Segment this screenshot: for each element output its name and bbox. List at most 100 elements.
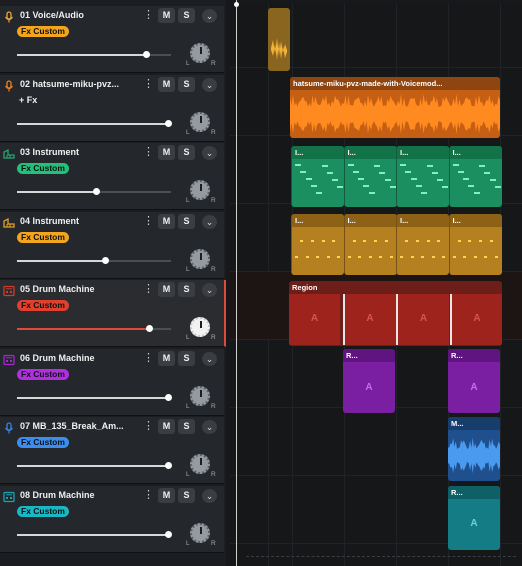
kebab-menu-icon[interactable]: ⋮ bbox=[143, 352, 154, 366]
slider-handle[interactable] bbox=[92, 188, 100, 195]
track-header-02[interactable]: 02 hatsume-miku-pvz... + Fx ⋮ M S ⌄ L R bbox=[0, 74, 224, 142]
chevron-down-icon[interactable]: ⌄ bbox=[202, 283, 217, 297]
pan-knob[interactable] bbox=[190, 248, 210, 269]
chevron-down-icon[interactable]: ⌄ bbox=[202, 214, 217, 229]
mute-button[interactable]: M bbox=[158, 350, 175, 366]
kebab-menu-icon[interactable]: ⋮ bbox=[143, 489, 154, 503]
pan-knob[interactable] bbox=[190, 43, 210, 63]
volume-slider[interactable] bbox=[17, 530, 172, 540]
pan-knob[interactable] bbox=[190, 385, 210, 406]
track-name[interactable]: 01 Voice/Audio bbox=[20, 10, 138, 20]
mute-button[interactable]: M bbox=[158, 8, 175, 23]
track-name[interactable]: 04 Instrument bbox=[20, 216, 138, 226]
solo-button[interactable]: S bbox=[178, 213, 195, 229]
midi-region[interactable]: I... bbox=[448, 146, 502, 207]
mute-button[interactable]: M bbox=[158, 419, 175, 434]
add-fx-button[interactable]: + Fx bbox=[19, 95, 37, 105]
midi-region[interactable]: I... bbox=[448, 214, 502, 275]
playhead-handle[interactable] bbox=[234, 2, 239, 7]
track-header-04[interactable]: 04 Instrument Fx Custom ⋮ M S ⌄ L R bbox=[0, 211, 224, 279]
track-name[interactable]: 07 MB_135_Break_Am... bbox=[20, 421, 138, 431]
volume-slider[interactable] bbox=[17, 50, 171, 60]
fx-badge[interactable]: Fx Custom bbox=[17, 163, 69, 174]
pan-knob[interactable] bbox=[190, 111, 210, 132]
timeline[interactable]: hatsume-miku-pvz-made-with-Voicemod... I… bbox=[230, 0, 522, 566]
mute-button[interactable]: M bbox=[158, 487, 175, 503]
region-drum-05[interactable]: Region A A A A bbox=[289, 281, 502, 346]
region-hatsune[interactable]: hatsume-miku-pvz-made-with-Voicemod... bbox=[290, 77, 500, 138]
drum-pattern-block[interactable]: A bbox=[396, 294, 449, 345]
mute-button[interactable]: M bbox=[158, 145, 175, 160]
playhead[interactable] bbox=[236, 0, 237, 566]
slider-handle[interactable] bbox=[143, 51, 151, 58]
midi-region[interactable]: I... bbox=[291, 146, 344, 207]
chevron-down-icon[interactable]: ⌄ bbox=[202, 146, 217, 160]
track-name[interactable]: 05 Drum Machine bbox=[20, 284, 138, 294]
pan-knob[interactable] bbox=[190, 180, 210, 200]
track-header-07[interactable]: 07 MB_135_Break_Am... Fx Custom ⋮ M S ⌄ … bbox=[0, 417, 224, 484]
solo-button[interactable]: S bbox=[178, 350, 195, 366]
kebab-menu-icon[interactable]: ⋮ bbox=[143, 9, 154, 23]
volume-slider[interactable] bbox=[17, 256, 171, 266]
volume-slider[interactable] bbox=[17, 461, 172, 471]
ruler[interactable] bbox=[230, 0, 522, 4]
midi-region[interactable]: I... bbox=[291, 214, 344, 275]
volume-slider[interactable] bbox=[17, 324, 171, 334]
slider-handle[interactable] bbox=[146, 325, 154, 332]
slider-handle[interactable] bbox=[164, 530, 172, 538]
midi-region[interactable]: I... bbox=[396, 214, 449, 275]
region-voice-audio[interactable] bbox=[268, 8, 290, 71]
track-name[interactable]: 02 hatsume-miku-pvz... bbox=[20, 79, 138, 89]
drum-pattern-block[interactable]: A bbox=[289, 294, 340, 345]
fx-badge[interactable]: Fx Custom bbox=[17, 26, 69, 37]
region-drum-06-a[interactable]: R... A bbox=[343, 349, 395, 413]
midi-region[interactable]: I... bbox=[343, 146, 397, 207]
drum-pattern-block[interactable]: A bbox=[449, 294, 502, 345]
solo-button[interactable]: S bbox=[178, 487, 195, 503]
midi-region[interactable]: I... bbox=[396, 146, 449, 207]
slider-handle[interactable] bbox=[164, 462, 172, 469]
chevron-down-icon[interactable]: ⌄ bbox=[202, 77, 217, 92]
kebab-menu-icon[interactable]: ⋮ bbox=[143, 78, 154, 92]
volume-slider[interactable] bbox=[17, 119, 172, 129]
fx-badge[interactable]: Fx Custom bbox=[17, 231, 69, 243]
solo-button[interactable]: S bbox=[178, 145, 195, 160]
chevron-down-icon[interactable]: ⌄ bbox=[202, 351, 217, 366]
mute-button[interactable]: M bbox=[158, 76, 175, 92]
track-header-06[interactable]: 06 Drum Machine Fx Custom ⋮ M S ⌄ L R bbox=[0, 348, 224, 416]
chevron-down-icon[interactable]: ⌄ bbox=[202, 488, 217, 503]
track-header-03[interactable]: 03 Instrument Fx Custom ⋮ M S ⌄ L R bbox=[0, 143, 224, 210]
region-drum-08[interactable]: R... A bbox=[448, 486, 500, 550]
fx-badge[interactable]: Fx Custom bbox=[17, 437, 69, 448]
kebab-menu-icon[interactable]: ⋮ bbox=[143, 420, 154, 434]
chevron-down-icon[interactable]: ⌄ bbox=[202, 420, 217, 434]
kebab-menu-icon[interactable]: ⋮ bbox=[143, 215, 154, 229]
region-break-07[interactable]: M... bbox=[448, 417, 500, 481]
solo-button[interactable]: S bbox=[178, 8, 195, 23]
slider-handle[interactable] bbox=[164, 119, 172, 127]
track-name[interactable]: 03 Instrument bbox=[20, 147, 138, 157]
kebab-menu-icon[interactable]: ⋮ bbox=[143, 146, 154, 160]
kebab-menu-icon[interactable]: ⋮ bbox=[143, 283, 154, 297]
track-header-01[interactable]: 01 Voice/Audio Fx Custom ⋮ M S ⌄ L R bbox=[0, 6, 224, 73]
track-header-05[interactable]: 05 Drum Machine Fx Custom ⋮ M S ⌄ L R bbox=[0, 280, 226, 347]
midi-region[interactable]: I... bbox=[343, 214, 397, 275]
solo-button[interactable]: S bbox=[178, 282, 195, 297]
track-name[interactable]: 06 Drum Machine bbox=[20, 353, 138, 363]
slider-handle[interactable] bbox=[101, 256, 109, 264]
slider-handle[interactable] bbox=[164, 393, 172, 401]
volume-slider[interactable] bbox=[17, 187, 171, 197]
solo-button[interactable]: S bbox=[178, 76, 195, 92]
chevron-down-icon[interactable]: ⌄ bbox=[202, 9, 217, 23]
mute-button[interactable]: M bbox=[158, 282, 175, 297]
pan-knob[interactable] bbox=[190, 454, 210, 474]
drum-pattern-block[interactable]: A bbox=[342, 294, 396, 345]
track-name[interactable]: 08 Drum Machine bbox=[20, 490, 138, 500]
solo-button[interactable]: S bbox=[178, 419, 195, 434]
fx-badge[interactable]: Fx Custom bbox=[17, 505, 69, 517]
fx-badge[interactable]: Fx Custom bbox=[17, 368, 69, 380]
volume-slider[interactable] bbox=[17, 393, 172, 403]
pan-knob[interactable] bbox=[190, 522, 210, 543]
pan-knob[interactable] bbox=[190, 317, 210, 337]
track-header-08[interactable]: 08 Drum Machine Fx Custom ⋮ M S ⌄ L R bbox=[0, 485, 224, 553]
